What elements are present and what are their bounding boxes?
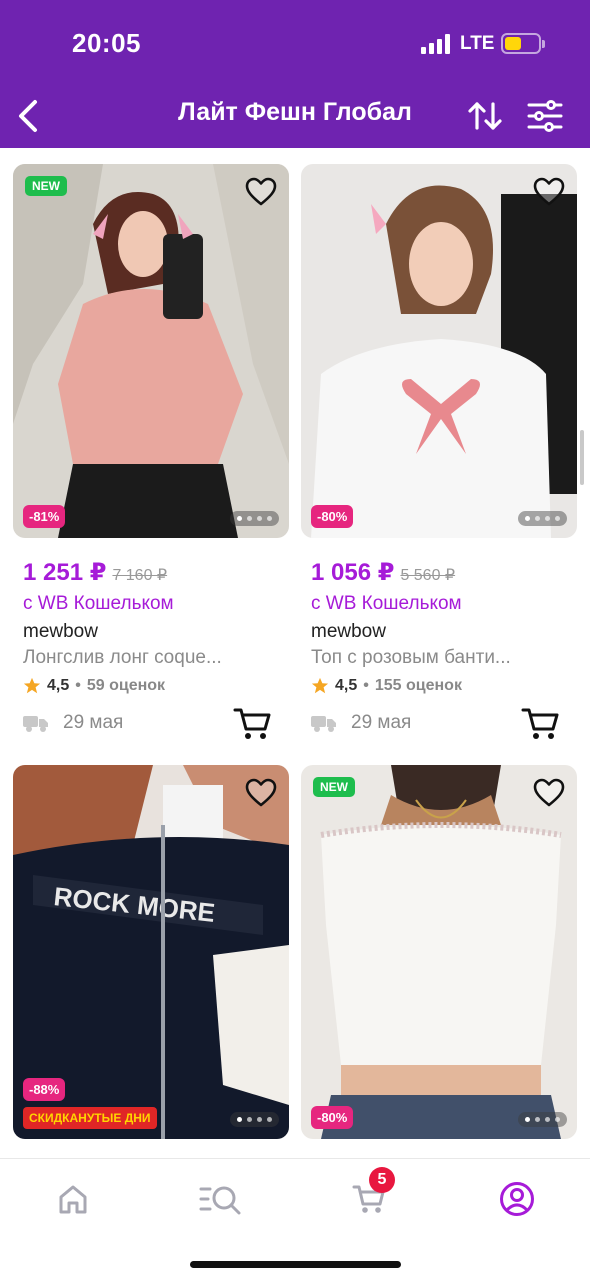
reviews-count: 59 оценок	[86, 677, 166, 694]
home-indicator	[190, 1261, 401, 1268]
battery-icon	[501, 33, 541, 54]
product-photo[interactable]: ROCK MORE -88% СКИДКАНУТЫЕ ДНИ	[13, 765, 289, 1139]
product-image	[301, 765, 577, 1139]
tab-cart[interactable]: 5	[345, 1167, 395, 1223]
nav-bar: Лайт Фешн Глобал	[0, 88, 590, 144]
profile-icon	[500, 1182, 534, 1216]
delivery-date: 29 мая	[351, 712, 412, 733]
product-card[interactable]: ROCK MORE -88% СКИДКАНУТЫЕ ДНИ	[13, 765, 289, 1139]
product-image	[301, 164, 577, 538]
home-icon	[59, 1185, 87, 1214]
wallet-label: с WB Кошельком	[23, 593, 174, 614]
truck-icon	[311, 716, 336, 732]
status-bar: 20:05 LTE	[0, 0, 590, 88]
star-icon	[23, 677, 41, 694]
discount-badge: -80%	[311, 505, 354, 528]
filter-icon	[527, 100, 563, 132]
image-pager	[518, 511, 567, 526]
heart-icon[interactable]	[533, 777, 565, 809]
discount-badge: -80%	[311, 1106, 354, 1129]
rating-value: 4,5	[47, 677, 70, 694]
back-button[interactable]	[8, 94, 48, 138]
price: 1 056 ₽	[311, 559, 395, 586]
wallet-label: с WB Кошельком	[311, 593, 462, 614]
status-time: 20:05	[72, 28, 141, 58]
reviews-count: 155 оценок	[374, 677, 462, 694]
discount-badge: -88%	[23, 1078, 66, 1101]
brand: mewbow	[23, 621, 98, 642]
page-title: Лайт Фешн Глобал	[178, 98, 412, 126]
cart-count-badge: 5	[369, 1167, 395, 1193]
add-to-cart-button[interactable]	[521, 707, 559, 741]
tab-profile[interactable]	[493, 1175, 541, 1223]
network-label: LTE	[460, 33, 495, 54]
heart-icon[interactable]	[245, 777, 277, 809]
product-photo[interactable]: NEW -80%	[301, 765, 577, 1139]
new-badge: NEW	[25, 176, 67, 196]
heart-icon[interactable]	[533, 176, 565, 208]
scrollbar[interactable]	[580, 430, 584, 485]
battery-tip	[542, 40, 545, 48]
app: 20:05 LTE Лайт Фешн Глобал NEW -81% 1 25…	[0, 0, 590, 1280]
truck-icon	[23, 716, 48, 732]
image-pager	[230, 511, 279, 526]
tab-catalog[interactable]	[196, 1175, 244, 1223]
product-title[interactable]: Лонгслив лонг coque...	[23, 647, 279, 669]
product-card[interactable]: -80% 1 056 ₽ 5 560 ₽ с WB Кошельком mewb…	[301, 164, 577, 739]
new-badge: NEW	[313, 777, 355, 797]
delivery-date: 29 мая	[63, 712, 124, 733]
image-pager	[230, 1112, 279, 1127]
sort-button[interactable]	[464, 94, 506, 138]
product-card[interactable]: NEW -80%	[301, 765, 577, 1139]
product-image	[13, 164, 289, 538]
signal-icon	[421, 34, 451, 54]
promo-badge: СКИДКАНУТЫЕ ДНИ	[23, 1107, 157, 1129]
back-arrow-icon	[19, 100, 37, 132]
product-title[interactable]: Топ с розовым банти...	[311, 647, 567, 669]
old-price: 5 560 ₽	[400, 567, 456, 584]
brand: mewbow	[311, 621, 386, 642]
product-grid: NEW -81% 1 251 ₽ 7 160 ₽ с WB Кошельком …	[0, 148, 590, 1158]
product-photo[interactable]: -80%	[301, 164, 577, 538]
product-photo[interactable]: NEW -81%	[13, 164, 289, 538]
catalog-search-icon	[199, 1186, 241, 1215]
filter-button[interactable]	[524, 94, 566, 138]
rating-value: 4,5	[335, 677, 358, 694]
header: 20:05 LTE Лайт Фешн Глобал	[0, 0, 590, 148]
discount-badge: -81%	[23, 505, 66, 528]
image-pager	[518, 1112, 567, 1127]
add-to-cart-button[interactable]	[233, 707, 271, 741]
tab-home[interactable]	[49, 1175, 97, 1223]
old-price: 7 160 ₽	[112, 567, 168, 584]
star-icon	[311, 677, 329, 694]
product-card[interactable]: NEW -81% 1 251 ₽ 7 160 ₽ с WB Кошельком …	[13, 164, 289, 739]
heart-icon[interactable]	[245, 176, 277, 208]
price: 1 251 ₽	[23, 559, 107, 586]
sort-icon	[468, 102, 502, 130]
